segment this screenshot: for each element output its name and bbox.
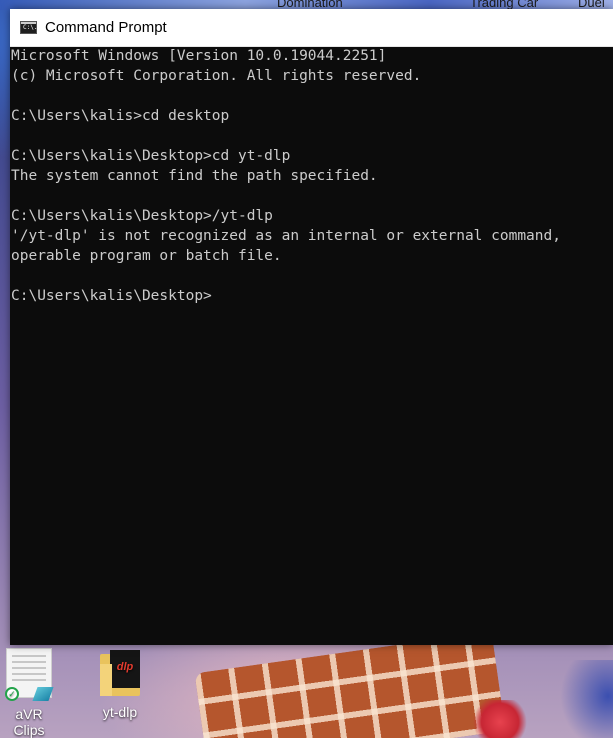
console-prompt-line[interactable]: C:\Users\kalis\Desktop>	[11, 286, 613, 306]
console-line: Microsoft Windows [Version 10.0.19044.22…	[11, 48, 387, 64]
window-titlebar[interactable]: C:\. Command Prompt	[10, 9, 613, 47]
console-line: (c) Microsoft Corporation. All rights re…	[11, 68, 422, 84]
command-prompt-icon: C:\.	[20, 21, 37, 34]
wallpaper-flower	[470, 700, 530, 738]
command-prompt-window[interactable]: C:\. Command Prompt Microsoft Windows [V…	[10, 9, 613, 645]
editor-badge-icon	[32, 687, 54, 701]
desktop-icon-label: yt-dlp	[102, 704, 138, 720]
wallpaper-hair	[560, 660, 613, 738]
folder-icon: dlp	[100, 650, 140, 696]
console-output[interactable]: Microsoft Windows [Version 10.0.19044.22…	[11, 46, 613, 306]
sync-check-icon: ✓	[5, 687, 19, 701]
wallpaper-scarf	[194, 631, 506, 738]
console-line: The system cannot find the path specifie…	[11, 168, 378, 184]
console-line: operable program or batch file.	[11, 248, 282, 264]
desktop-icon-avr-clips[interactable]: ✓ aVR Clips	[0, 648, 60, 738]
console-line: '/yt-dlp' is not recognized as an intern…	[11, 228, 561, 244]
desktop-icon-label: aVR Clips	[13, 706, 45, 738]
document-icon: ✓	[5, 648, 54, 701]
console-line: C:\Users\kalis\Desktop>/yt-dlp	[11, 208, 273, 224]
console-prompt: C:\Users\kalis\Desktop>	[11, 288, 212, 304]
console-line: C:\Users\kalis>cd desktop	[11, 108, 230, 124]
window-title: Command Prompt	[45, 19, 167, 36]
folder-badge: dlp	[110, 650, 140, 688]
desktop-icon-yt-dlp[interactable]: dlp yt-dlp	[92, 650, 148, 720]
console-line: C:\Users\kalis\Desktop>cd yt-dlp	[11, 148, 291, 164]
